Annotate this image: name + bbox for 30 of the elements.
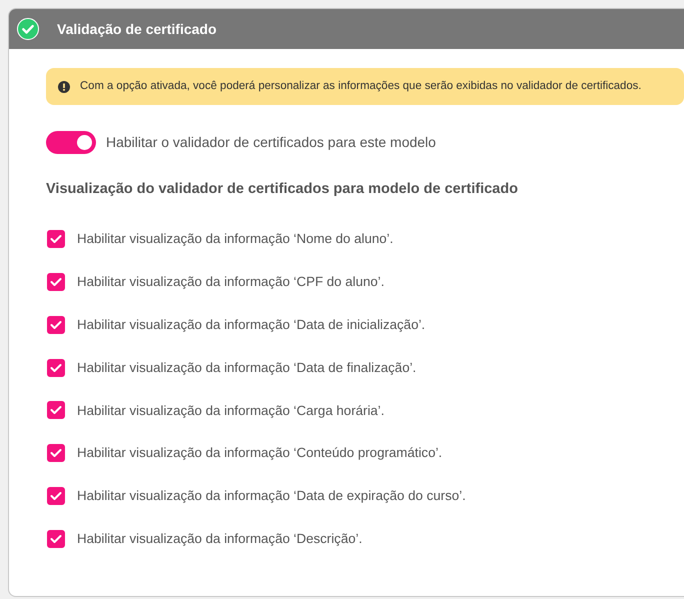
exclamation-icon: [58, 80, 70, 92]
checkbox[interactable]: [47, 272, 65, 291]
check-icon: [50, 405, 62, 416]
checkbox-label: Habilitar visualização da informação ‘Conteúdo programático’.: [77, 444, 442, 462]
check-icon: [50, 320, 62, 330]
checkbox[interactable]: [47, 358, 65, 377]
checkbox-label: Habilitar visualização da informação ‘Data de inicialização’.: [77, 316, 426, 334]
checkbox-label: Habilitar visualização da informação ‘Nome do aluno’.: [77, 230, 394, 248]
checkbox[interactable]: [47, 230, 65, 248]
checkbox-label: Habilitar visualização da informação ‘Descrição’.: [77, 530, 362, 548]
check-icon: [50, 491, 62, 502]
check-icon: [50, 362, 62, 373]
checkbox-label: Habilitar visualização da informação ‘Carga horária’.: [77, 402, 384, 420]
check-icon: [50, 276, 62, 287]
check-icon: [50, 448, 62, 458]
checkbox[interactable]: [47, 487, 65, 506]
checkbox[interactable]: [47, 444, 65, 462]
checkbox-label: Habilitar visualização da informação ‘CPF do aluno’.: [77, 272, 384, 291]
checkbox[interactable]: [47, 316, 65, 334]
alert-text: Com a opção ativada, você poderá personalizar as informações que serão exibidas no validador de certificados.: [80, 79, 642, 94]
section-title: Visualização do validador de certificados para modelo de certificado: [46, 180, 519, 199]
toggle-label: Habilitar o validador de certificados para este modelo: [106, 133, 436, 152]
check-icon: [50, 234, 62, 244]
checkbox-label: Habilitar visualização da informação ‘Data de finalização’.: [77, 358, 416, 377]
panel-title: Validação de certificado: [57, 20, 217, 39]
toggle-switch[interactable]: [46, 131, 96, 154]
checkbox[interactable]: [47, 530, 65, 548]
checkbox-label: Habilitar visualização da informação ‘Data de expiração do curso’.: [77, 487, 466, 506]
check-icon: [50, 534, 62, 544]
checkbox[interactable]: [47, 401, 65, 420]
